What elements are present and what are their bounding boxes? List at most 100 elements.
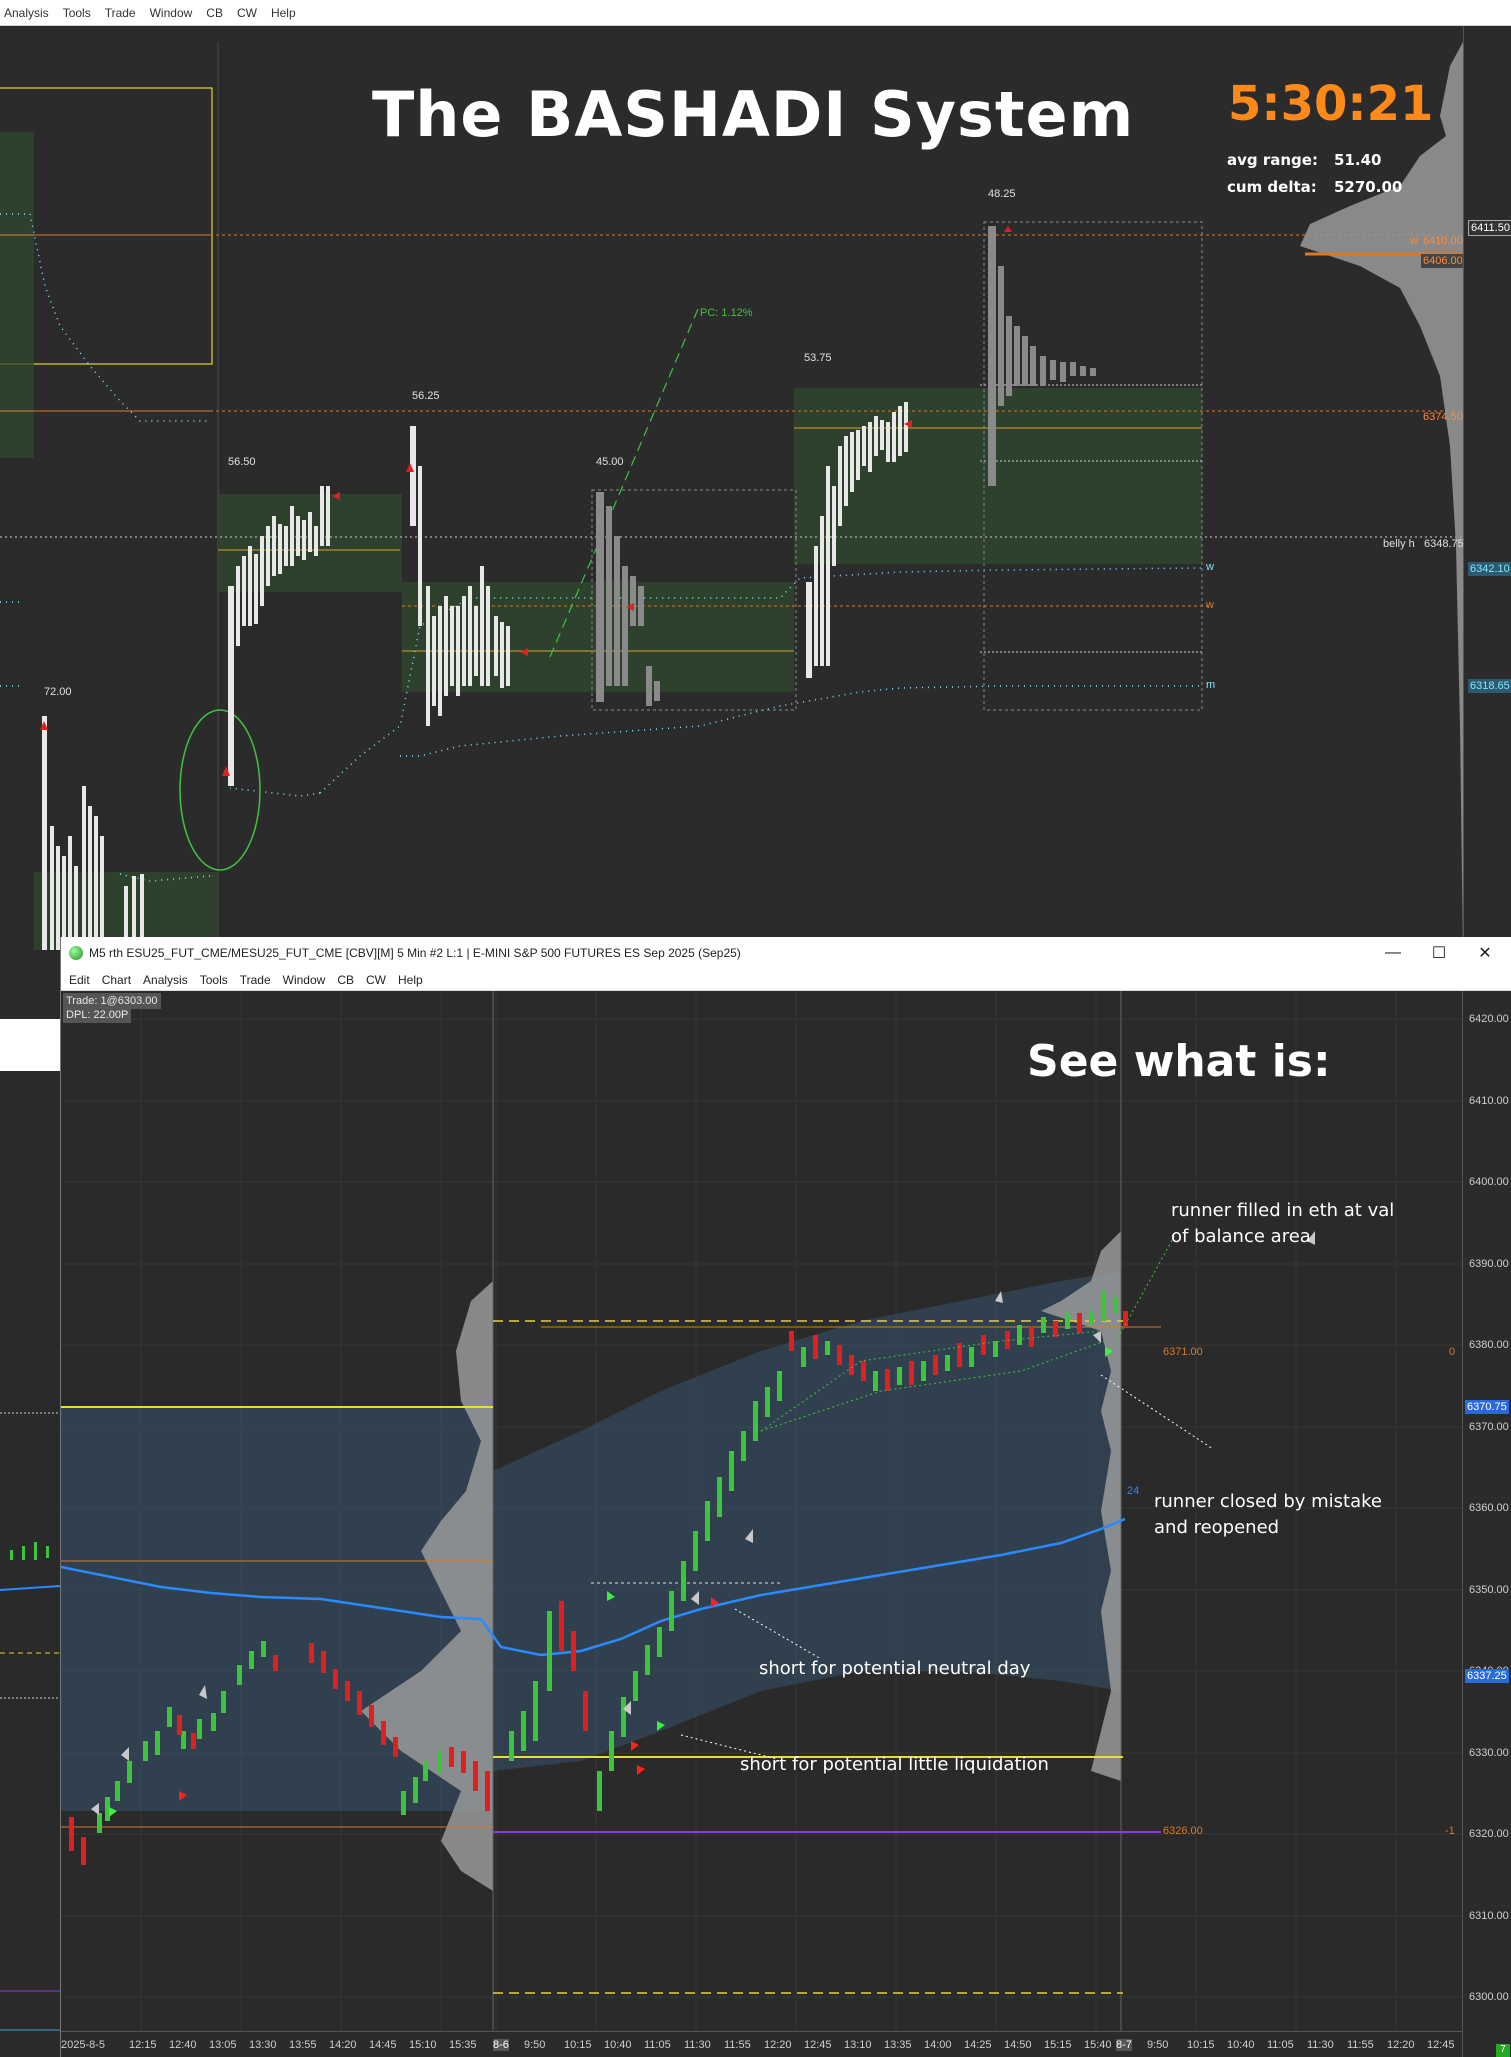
background-chart-strip [0, 990, 60, 2057]
time-axis-label: 13:35 [884, 2039, 912, 2051]
time-axis-label: 11:05 [1267, 2039, 1294, 2051]
time-axis-label: 14:50 [1004, 2039, 1032, 2051]
annotation-text: and reopened [1154, 1517, 1280, 1538]
time-axis-label: 2025-8-5 [61, 2039, 106, 2051]
menu-cw[interactable]: CW [366, 973, 386, 987]
time-axis-label: 14:45 [369, 2039, 397, 2051]
window-menubar: Edit Chart Analysis Tools Trade Window C… [61, 969, 1511, 991]
main-menubar: Analysis Tools Trade Window CB CW Help [0, 0, 1511, 26]
system-title: The BASHADI System [372, 78, 1135, 151]
value-area-block [794, 388, 1202, 564]
close-button[interactable]: ✕ [1462, 937, 1508, 969]
price-tag: 6411.50 [1468, 220, 1511, 236]
price-axis-label: 6330.00 [1469, 1747, 1509, 1759]
price-axis-label: 6300.00 [1469, 1991, 1509, 2003]
time-axis-label: 10:40 [1227, 2039, 1255, 2051]
current-price-tag: 6370.75 [1465, 1400, 1509, 1414]
price-axis-label: 6390.00 [1469, 1258, 1509, 1270]
price-tag: 6410.00 [1423, 235, 1463, 247]
profile-range-label: 48.25 [988, 188, 1016, 200]
level-tag: 6371.00 [1163, 1346, 1203, 1358]
window-titlebar[interactable]: M5 rth ESU25_FUT_CME/MESU25_FUT_CME [CBV… [61, 937, 1511, 969]
price-axis-label: 6370.00 [1469, 1421, 1509, 1433]
level-letter: w [1410, 235, 1418, 247]
annotation-text: short for potential neutral day [759, 1658, 1031, 1679]
time-axis-label: 12:45 [804, 2039, 832, 2051]
profile-range-label: 72.00 [44, 686, 72, 698]
menu-trade[interactable]: Trade [240, 973, 271, 987]
minimize-button[interactable]: — [1370, 937, 1416, 969]
annotation-text: runner closed by mistake [1154, 1491, 1382, 1512]
time-axis-label: 14:20 [329, 2039, 357, 2051]
menu-tools[interactable]: Tools [200, 973, 228, 987]
top-chart-area[interactable]: The BASHADI System 5:30:21 avg range: 51… [0, 26, 1511, 950]
menu-help[interactable]: Help [271, 6, 296, 20]
dpl-info: DPL: 22.00P [63, 1007, 132, 1023]
window-title: M5 rth ESU25_FUT_CME/MESU25_FUT_CME [CBV… [89, 946, 741, 960]
background-window-fragment [0, 1019, 60, 1071]
time-axis-label: 10:40 [604, 2039, 632, 2051]
see-what-headline: See what is: [1027, 1036, 1331, 1087]
time-axis-label: 10:15 [564, 2039, 592, 2051]
belly-value: 6348.75 [1424, 538, 1464, 550]
menu-analysis[interactable]: Analysis [143, 973, 188, 987]
time-axis-label: 15:15 [1044, 2039, 1072, 2051]
profile-range-label: 56.25 [412, 390, 440, 402]
current-price-tag: 6337.25 [1465, 1669, 1509, 1683]
status-indicator: 7 [1496, 2044, 1510, 2057]
level-letter: w [1206, 561, 1214, 573]
menu-tools[interactable]: Tools [63, 6, 91, 20]
session-clock: 5:30:21 [1228, 76, 1434, 132]
profile-range-label: 56.50 [228, 456, 256, 468]
time-axis-label: 15:35 [449, 2039, 477, 2051]
menu-cw[interactable]: CW [237, 6, 257, 20]
avg-range-label: avg range: [1227, 151, 1318, 169]
menu-window[interactable]: Window [283, 973, 326, 987]
time-axis-label: 12:15 [129, 2039, 157, 2051]
level-tag: 6326.00 [1163, 1825, 1203, 1837]
time-axis-label: 13:55 [289, 2039, 317, 2051]
menu-edit[interactable]: Edit [69, 973, 90, 987]
price-tag: 6406.00 [1421, 254, 1465, 268]
top-price-axis[interactable]: 6411.50 6342.10 6318.65 [1463, 26, 1511, 950]
level-letter: w [1206, 599, 1214, 611]
time-axis-label: 11:55 [1347, 2039, 1374, 2051]
belly-label: belly h [1383, 538, 1415, 550]
zero-tag: 0 [1449, 1346, 1456, 1358]
time-axis-label: 11:30 [684, 2039, 711, 2051]
annotation-text: of balance area [1171, 1226, 1311, 1247]
price-axis-label: 6360.00 [1469, 1502, 1509, 1514]
value-area-block [0, 132, 34, 458]
time-axis[interactable]: 2025-8-5 12:15 12:40 13:05 13:30 13:55 1… [61, 2031, 1462, 2057]
maximize-button[interactable]: ☐ [1416, 937, 1462, 969]
price-tag: 6342.10 [1468, 562, 1511, 576]
time-axis-label: 12:40 [169, 2039, 197, 2051]
menu-window[interactable]: Window [150, 6, 193, 20]
menu-cb[interactable]: CB [337, 973, 354, 987]
time-axis-label: 12:20 [764, 2039, 792, 2051]
price-axis-label: 6420.00 [1469, 1013, 1509, 1025]
profile-range-label: 53.75 [804, 352, 832, 364]
price-axis-label: 6380.00 [1469, 1339, 1509, 1351]
avg-range-value: 51.40 [1334, 151, 1382, 169]
time-axis-label: 13:10 [844, 2039, 872, 2051]
menu-cb[interactable]: CB [206, 6, 223, 20]
menu-help[interactable]: Help [398, 973, 423, 987]
price-axis-label: 6400.00 [1469, 1176, 1509, 1188]
menu-chart[interactable]: Chart [102, 973, 131, 987]
time-axis-label: 15:40 [1084, 2039, 1112, 2051]
time-axis-label: 14:00 [924, 2039, 952, 2051]
level-letter: m [1206, 679, 1216, 691]
time-axis-label: 11:55 [724, 2039, 751, 2051]
menu-trade[interactable]: Trade [105, 6, 136, 20]
pc-label: PC: 1.12% [700, 307, 753, 319]
lower-price-axis[interactable]: 6420.00 6410.00 6400.00 6390.00 6380.00 … [1462, 991, 1511, 2057]
price-tag: 6318.65 [1468, 679, 1511, 693]
profile-range-label: 45.00 [596, 456, 624, 468]
time-axis-label: 12:20 [1387, 2039, 1415, 2051]
time-axis-label: 13:05 [209, 2039, 237, 2051]
annotation-text: runner filled in eth at val [1171, 1200, 1395, 1221]
time-axis-label: 13:30 [249, 2039, 277, 2051]
menu-analysis[interactable]: Analysis [4, 6, 49, 20]
time-axis-label: 10:15 [1187, 2039, 1215, 2051]
